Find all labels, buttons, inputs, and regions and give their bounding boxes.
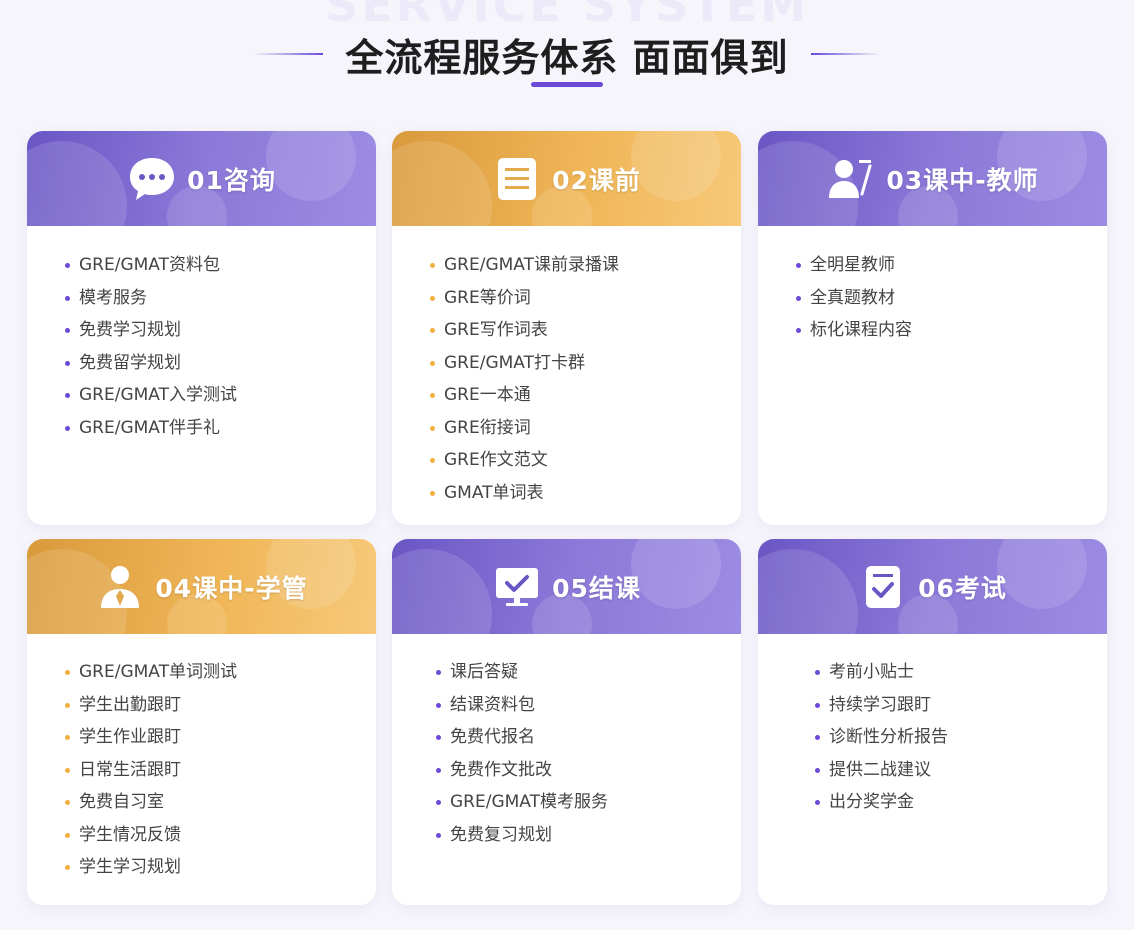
header-line-right (810, 53, 881, 55)
card-banner: 04课中-学管 (27, 539, 376, 634)
list-item: GRE写作词表 (430, 318, 741, 351)
list-item: 日常生活跟盯 (65, 758, 376, 791)
card-title: 03课中-教师 (886, 165, 1039, 195)
card-title: 06考试 (918, 573, 1007, 603)
document-icon (498, 157, 537, 200)
card-title: 04课中-学管 (155, 573, 308, 603)
list-item: 结课资料包 (436, 693, 741, 726)
service-card-student-manager: 04课中-学管 GRE/GMAT单词测试 学生出勤跟盯 学生作业跟盯 日常生活跟… (27, 539, 376, 905)
list-item: 学生学习规划 (65, 855, 376, 888)
card-item-list: 全明星教师 全真题教材 标化课程内容 (758, 226, 1107, 351)
service-card-exam: 06考试 考前小贴士 持续学习跟盯 诊断性分析报告 提供二战建议 出分奖学金 (758, 539, 1107, 905)
list-item: GRE/GMAT伴手礼 (65, 416, 376, 449)
card-banner: 06考试 (758, 539, 1107, 634)
list-item: GRE/GMAT资料包 (65, 253, 376, 286)
list-item: 课后答疑 (436, 660, 741, 693)
manager-icon (101, 565, 140, 608)
card-item-list: GRE/GMAT单词测试 学生出勤跟盯 学生作业跟盯 日常生活跟盯 免费自习室 … (27, 634, 376, 888)
card-title: 05结课 (552, 573, 641, 603)
page-title: 全流程服务体系 面面俱到 (345, 35, 789, 80)
list-item: 免费留学规划 (65, 351, 376, 384)
card-banner: 05结课 (392, 539, 741, 634)
list-item: 免费作文批改 (436, 758, 741, 791)
list-item: GMAT单词表 (430, 481, 741, 514)
list-item: 全明星教师 (796, 253, 1107, 286)
card-banner: 03课中-教师 (758, 131, 1107, 226)
list-item: 出分奖学金 (815, 790, 1107, 823)
list-item: 诊断性分析报告 (815, 725, 1107, 758)
list-item: 学生作业跟盯 (65, 725, 376, 758)
list-item: GRE/GMAT课前录播课 (430, 253, 741, 286)
monitor-check-icon (496, 567, 539, 606)
service-card-pre-class: 02课前 GRE/GMAT课前录播课 GRE等价词 GRE写作词表 GRE/GM… (392, 131, 741, 525)
card-title: 01咨询 (187, 165, 276, 195)
list-item: 学生情况反馈 (65, 823, 376, 856)
list-item: GRE/GMAT入学测试 (65, 383, 376, 416)
list-item: GRE等价词 (430, 286, 741, 319)
section-header: 全流程服务体系 面面俱到 (0, 18, 1134, 90)
list-item: GRE/GMAT打卡群 (430, 351, 741, 384)
card-item-list: GRE/GMAT资料包 模考服务 免费学习规划 免费留学规划 GRE/GMAT入… (27, 226, 376, 448)
list-item: 标化课程内容 (796, 318, 1107, 351)
chat-bubble-icon (130, 157, 175, 200)
list-item: 全真题教材 (796, 286, 1107, 319)
list-item: 模考服务 (65, 286, 376, 319)
card-item-list: 考前小贴士 持续学习跟盯 诊断性分析报告 提供二战建议 出分奖学金 (758, 634, 1107, 823)
checklist-icon (866, 565, 901, 608)
list-item: 提供二战建议 (815, 758, 1107, 791)
title-underline (531, 82, 603, 87)
list-item: GRE衔接词 (430, 416, 741, 449)
service-card-teacher: 03课中-教师 全明星教师 全真题教材 标化课程内容 (758, 131, 1107, 525)
card-item-list: GRE/GMAT课前录播课 GRE等价词 GRE写作词表 GRE/GMAT打卡群… (392, 226, 741, 513)
card-title: 02课前 (552, 165, 641, 195)
service-card-course-end: 05结课 课后答疑 结课资料包 免费代报名 免费作文批改 GRE/GMAT模考服… (392, 539, 741, 905)
list-item: GRE一本通 (430, 383, 741, 416)
list-item: 免费自习室 (65, 790, 376, 823)
teacher-icon (829, 159, 872, 198)
service-card-consult: 01咨询 GRE/GMAT资料包 模考服务 免费学习规划 免费留学规划 GRE/… (27, 131, 376, 525)
list-item: 免费学习规划 (65, 318, 376, 351)
list-item: 学生出勤跟盯 (65, 693, 376, 726)
list-item: 持续学习跟盯 (815, 693, 1107, 726)
list-item: GRE/GMAT模考服务 (436, 790, 741, 823)
card-banner: 02课前 (392, 131, 741, 226)
list-item: GRE作文范文 (430, 448, 741, 481)
card-item-list: 课后答疑 结课资料包 免费代报名 免费作文批改 GRE/GMAT模考服务 免费复… (392, 634, 741, 855)
list-item: 免费代报名 (436, 725, 741, 758)
card-banner: 01咨询 (27, 131, 376, 226)
list-item: 免费复习规划 (436, 823, 741, 856)
header-line-left (253, 53, 324, 55)
list-item: GRE/GMAT单词测试 (65, 660, 376, 693)
list-item: 考前小贴士 (815, 660, 1107, 693)
